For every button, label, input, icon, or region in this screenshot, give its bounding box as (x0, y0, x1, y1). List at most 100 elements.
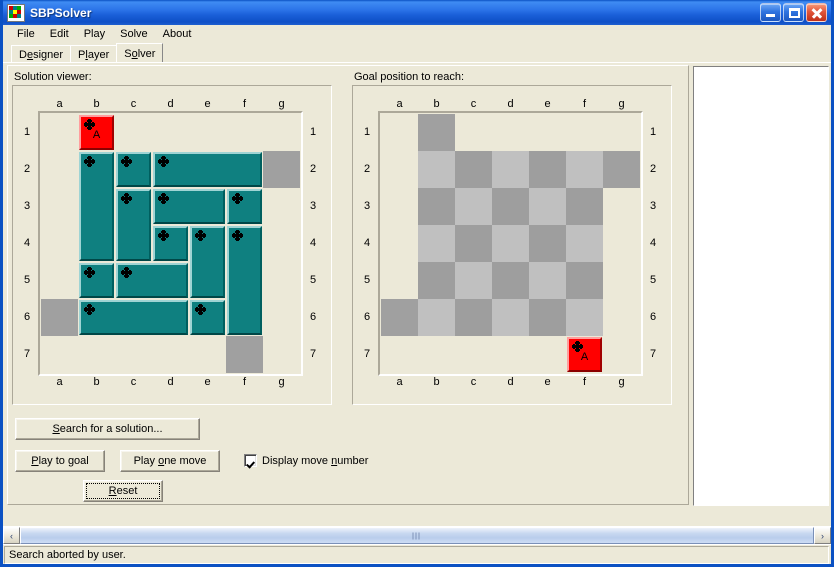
goal-cell (566, 188, 603, 225)
horizontal-scrollbar[interactable]: ‹ › (3, 526, 831, 544)
column-label-d: d (507, 98, 514, 110)
board-piece[interactable] (227, 226, 262, 335)
column-label-e: e (204, 98, 211, 110)
status-text: Search aborted by user. (4, 545, 829, 564)
solution-viewer-board[interactable]: a a b b c c d d e e f f g g 1 1 2 2 3 3 4 4 5 5 6 6 7 7 A (12, 85, 332, 405)
row-label-5: 5 (23, 273, 31, 286)
row-label-4: 4 (23, 236, 31, 249)
reset-button[interactable]: Reset (83, 480, 163, 502)
goal-cell (492, 225, 529, 262)
scroll-left-arrow-icon[interactable]: ‹ (3, 527, 20, 544)
column-label-f: f (242, 98, 247, 110)
move-handle-icon[interactable] (195, 304, 206, 315)
blocker-cell (263, 151, 300, 188)
board-piece[interactable] (79, 300, 188, 335)
row-label-4: 4 (649, 236, 657, 249)
focus-ring (86, 483, 160, 499)
goal-position-board[interactable]: a a b b c c d d e e f f g g 1 1 2 2 3 3 4 4 5 5 6 6 7 7 A (352, 85, 672, 405)
solution-viewer-label: Solution viewer: (14, 71, 92, 83)
checkbox-indicator[interactable] (244, 454, 257, 467)
goal-cell (529, 188, 566, 225)
board-piece[interactable] (79, 263, 114, 298)
maximize-button[interactable] (783, 3, 804, 22)
board-piece[interactable] (153, 226, 188, 261)
column-label-a: a (396, 376, 403, 388)
play-one-move-button[interactable]: Play one move (120, 450, 220, 472)
row-label-4: 4 (309, 236, 317, 249)
column-label-g: g (618, 98, 625, 110)
play-to-goal-button[interactable]: Play to goal (15, 450, 105, 472)
board-piece[interactable] (116, 152, 151, 187)
menu-item-play[interactable]: Play (78, 26, 114, 43)
goal-cell (492, 299, 529, 336)
scrollbar-thumb[interactable] (20, 527, 814, 544)
row-label-1: 1 (309, 125, 317, 138)
board-piece-A[interactable]: A (79, 115, 114, 150)
minimize-button[interactable] (760, 3, 781, 22)
board-piece-A[interactable]: A (567, 337, 602, 372)
row-label-1: 1 (363, 125, 371, 138)
display-move-number-label: Display move number (262, 454, 369, 467)
goal-cell (492, 188, 529, 225)
move-handle-icon[interactable] (121, 267, 132, 278)
column-label-a: a (56, 98, 63, 110)
board-piece[interactable] (153, 189, 225, 224)
solution-list[interactable] (693, 66, 829, 506)
menu-item-edit[interactable]: Edit (44, 26, 78, 43)
goal-cell (566, 151, 603, 188)
board-piece[interactable] (190, 300, 225, 335)
piece-label: A (92, 129, 101, 141)
window-title: SBPSolver (30, 5, 92, 20)
move-handle-icon[interactable] (158, 156, 169, 167)
column-label-e: e (204, 376, 211, 388)
display-move-number-checkbox[interactable]: Display move number (244, 454, 368, 467)
row-label-3: 3 (649, 199, 657, 212)
tab-designer[interactable]: Designer (11, 45, 72, 62)
row-label-4: 4 (363, 236, 371, 249)
row-label-2: 2 (649, 162, 657, 175)
goal-position-label: Goal position to reach: (354, 71, 465, 83)
play-one-move-label: Play one move (133, 455, 207, 467)
tab-solver[interactable]: Solver (116, 43, 164, 62)
move-handle-icon[interactable] (158, 230, 169, 241)
solver-panel: Solution viewer: a a b b c c d d e e f f g g 1 1 2 2 3 3 4 4 5… (7, 65, 689, 505)
menu-item-solve[interactable]: Solve (114, 26, 157, 43)
row-label-6: 6 (309, 310, 317, 323)
board-piece[interactable] (227, 189, 262, 224)
move-handle-icon[interactable] (84, 267, 95, 278)
move-handle-icon[interactable] (121, 156, 132, 167)
board-piece[interactable] (190, 226, 225, 298)
scrollbar-grip-icon (412, 532, 422, 539)
tab-player[interactable]: Player (70, 45, 118, 62)
move-handle-icon[interactable] (195, 230, 206, 241)
move-handle-icon[interactable] (232, 230, 243, 241)
piece-label: A (580, 351, 589, 363)
menu-item-about[interactable]: About (157, 26, 201, 43)
move-handle-icon[interactable] (84, 156, 95, 167)
scrollbar-track[interactable] (20, 527, 814, 544)
menu-item-file[interactable]: File (11, 26, 44, 43)
solver-page: Solution viewer: a a b b c c d d e e f f g g 1 1 2 2 3 3 4 4 5… (3, 62, 831, 526)
row-label-3: 3 (23, 199, 31, 212)
board-piece[interactable] (79, 152, 114, 261)
move-handle-icon[interactable] (158, 193, 169, 204)
column-label-g: g (618, 376, 625, 388)
row-label-2: 2 (309, 162, 317, 175)
scroll-right-arrow-icon[interactable]: › (814, 527, 831, 544)
column-label-e: e (544, 376, 551, 388)
column-label-f: f (582, 376, 587, 388)
column-label-b: b (433, 376, 440, 388)
move-handle-icon[interactable] (121, 193, 132, 204)
board-piece[interactable] (116, 189, 151, 261)
board-piece[interactable] (116, 263, 188, 298)
row-label-5: 5 (363, 273, 371, 286)
move-handle-icon[interactable] (232, 193, 243, 204)
board-piece[interactable] (153, 152, 262, 187)
goal-cell (418, 151, 455, 188)
close-button[interactable] (806, 3, 827, 22)
move-handle-icon[interactable] (84, 304, 95, 315)
column-label-e: e (544, 98, 551, 110)
goal-cell (529, 299, 566, 336)
search-for-solution-button[interactable]: Search for a solution... (15, 418, 200, 440)
row-label-6: 6 (363, 310, 371, 323)
